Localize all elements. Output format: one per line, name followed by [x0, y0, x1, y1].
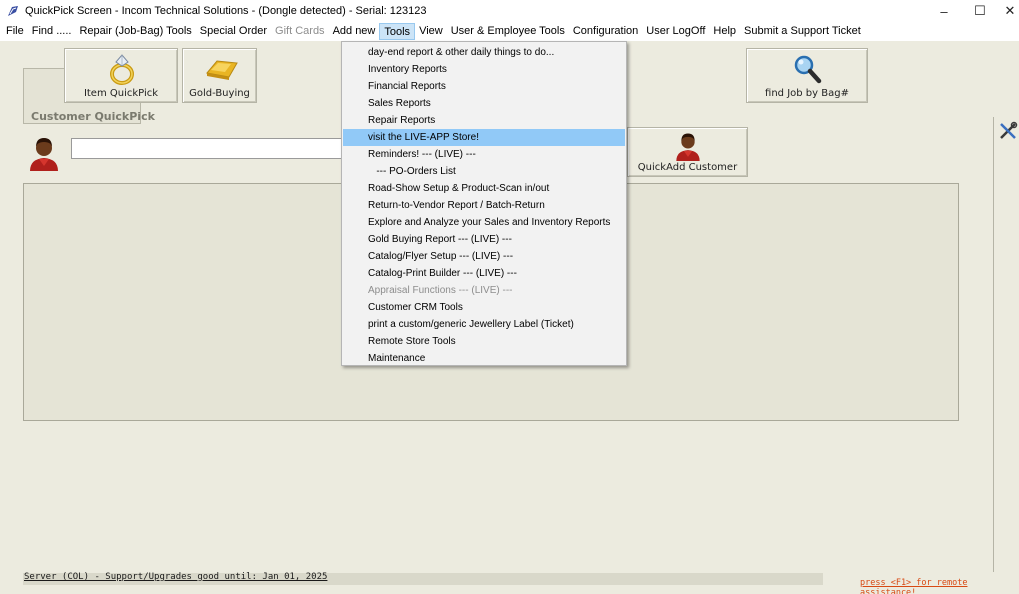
tools-menu-item[interactable]: Repair Reports	[342, 112, 626, 129]
customer-person-icon	[676, 133, 700, 161]
tools-menu-item[interactable]: Gold Buying Report --- (LIVE) ---	[342, 231, 626, 248]
menu-file[interactable]: File	[2, 23, 28, 40]
menu-repair-job-bag-tools[interactable]: Repair (Job-Bag) Tools	[75, 23, 195, 40]
customer-search-input[interactable]	[71, 138, 343, 159]
tools-menu-item[interactable]: Remote Store Tools	[342, 333, 626, 350]
menu-tools[interactable]: Tools	[379, 23, 416, 40]
menu-add-new[interactable]: Add new	[329, 23, 380, 40]
menu-user-logoff[interactable]: User LogOff	[642, 23, 709, 40]
remote-assistance-link[interactable]: press <F1> for remote assistance!	[860, 578, 1019, 594]
quickadd-customer-label: QuickAdd Customer	[637, 162, 738, 173]
minimize-button[interactable]: –	[926, 0, 962, 22]
window-title: QuickPick Screen - Incom Technical Solut…	[25, 5, 427, 17]
ring-icon	[110, 54, 134, 85]
customer-quickpick-tab-label: Customer QuickPick	[31, 110, 155, 123]
menu-help[interactable]: Help	[709, 23, 740, 40]
item-quickpick-label: Item QuickPick	[83, 88, 159, 99]
tools-menu-item[interactable]: Inventory Reports	[342, 61, 626, 78]
tools-menu-item[interactable]: Maintenance	[342, 350, 626, 367]
tools-menu-item[interactable]: Reminders! --- (LIVE) ---	[342, 146, 626, 163]
tools-menu-item: Appraisal Functions --- (LIVE) ---	[368, 285, 513, 296]
menu-user-employee-tools[interactable]: User & Employee Tools	[447, 23, 569, 40]
quickadd-customer-button[interactable]: QuickAdd Customer	[627, 127, 748, 177]
status-support-text: Server (COL) - Support/Upgrades good unt…	[24, 572, 328, 582]
tools-menu-item[interactable]: Customer CRM Tools	[342, 299, 626, 316]
tools-menu-item[interactable]: visit the LIVE-APP Store!	[343, 129, 625, 146]
close-button[interactable]: ✕	[992, 0, 1019, 22]
menu-view[interactable]: View	[415, 23, 447, 40]
right-side-strip	[993, 117, 1019, 572]
tools-dropdown-menu: day-end report & other daily things to d…	[341, 41, 627, 366]
item-quickpick-button[interactable]: Item QuickPick	[64, 48, 178, 103]
tools-menu-item[interactable]: Financial Reports	[342, 78, 626, 95]
find-job-by-bag-button[interactable]: find Job by Bag#	[746, 48, 868, 103]
tools-menu-item[interactable]: --- PO-Orders List	[342, 163, 626, 180]
menu-special-order[interactable]: Special Order	[196, 23, 271, 40]
app-logo-icon	[8, 6, 18, 16]
menu-find[interactable]: Find .....	[28, 23, 76, 40]
tools-menu-item[interactable]: Road-Show Setup & Product-Scan in/out	[342, 180, 626, 197]
tools-menu-item[interactable]: Catalog/Flyer Setup --- (LIVE) ---	[342, 248, 626, 265]
menu-bar: File Find ..... Repair (Job-Bag) Tools Spec…	[0, 22, 1019, 41]
tools-menu-item[interactable]: Catalog-Print Builder --- (LIVE) ---	[342, 265, 626, 282]
menu-gift-cards: Gift Cards	[275, 25, 325, 37]
title-bar: QuickPick Screen - Incom Technical Solut…	[0, 0, 1019, 22]
gold-buying-button[interactable]: Gold-Buying	[182, 48, 257, 103]
tools-icon[interactable]	[998, 121, 1018, 141]
gold-bar-icon	[206, 60, 238, 80]
tools-menu-item[interactable]: day-end report & other daily things to d…	[342, 44, 626, 61]
customer-person-icon	[30, 138, 58, 171]
magnifier-icon	[794, 55, 822, 84]
find-job-by-bag-label: find Job by Bag#	[765, 88, 849, 99]
tools-menu-item[interactable]: Sales Reports	[342, 95, 626, 112]
gold-buying-label: Gold-Buying	[189, 88, 250, 99]
menu-submit-a-support-ticket[interactable]: Submit a Support Ticket	[740, 23, 865, 40]
menu-configuration[interactable]: Configuration	[569, 23, 642, 40]
tools-menu-item[interactable]: Return-to-Vendor Report / Batch-Return	[342, 197, 626, 214]
tools-menu-item[interactable]: print a custom/generic Jewellery Label (…	[342, 316, 626, 333]
tools-menu-item[interactable]: Explore and Analyze your Sales and Inven…	[342, 214, 626, 231]
